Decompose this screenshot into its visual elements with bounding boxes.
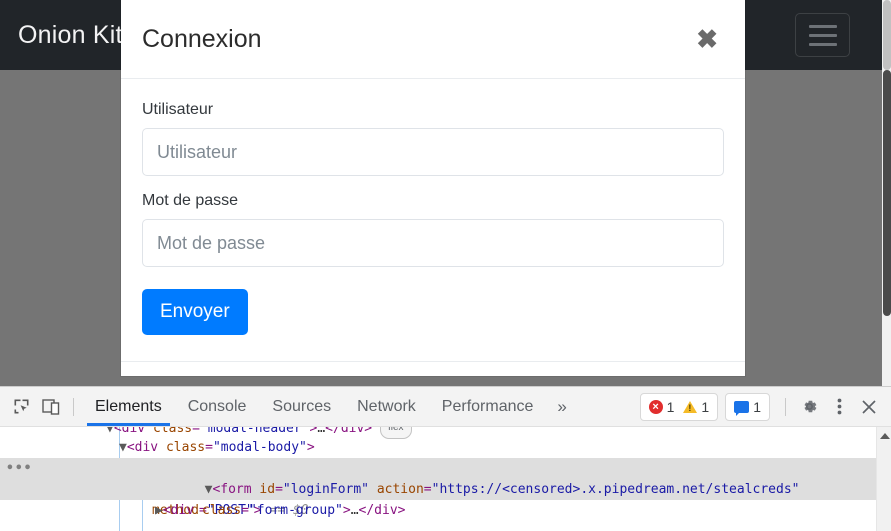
hamburger-bar	[808, 33, 837, 37]
screen-root: Onion Kit Connexion ✖ Utilisateur Utilis…	[0, 0, 891, 531]
browser-viewport: Onion Kit Connexion ✖ Utilisateur Utilis…	[0, 0, 891, 386]
inspect-element-icon[interactable]	[7, 392, 36, 421]
form-group-password: Mot de passe	[142, 192, 724, 267]
login-form: Utilisateur Mot de passe Envoyer	[142, 101, 724, 335]
username-label: Utilisateur	[142, 101, 214, 118]
modal-body: Utilisateur Mot de passe Envoyer	[121, 79, 745, 361]
expand-arrow-icon[interactable]: ▼	[106, 427, 114, 436]
more-tabs-icon[interactable]: »	[546, 397, 577, 417]
table-row[interactable]: ▶<div class="form-group">…</div>	[0, 500, 891, 521]
error-counter[interactable]: × 1	[648, 398, 675, 415]
warning-counter[interactable]: 1	[683, 399, 709, 415]
devtools-toolbar: Elements Console Sources Network Perform…	[0, 387, 891, 427]
warning-count: 1	[701, 398, 710, 415]
devtools-scrollbar[interactable]	[876, 427, 891, 531]
tab-network[interactable]: Network	[344, 387, 429, 426]
dom-tree[interactable]: ▼<div class="modal-header">…</div> flex …	[0, 427, 891, 531]
close-devtools-icon[interactable]	[854, 392, 884, 422]
issues-counters[interactable]: × 1 1	[639, 392, 719, 421]
error-count: 1	[666, 398, 675, 415]
hamburger-bar	[808, 24, 837, 28]
tab-console[interactable]: Console	[175, 387, 260, 426]
scroll-up-icon[interactable]	[880, 433, 890, 439]
message-counter-group: 1	[734, 398, 761, 416]
messages-counter[interactable]: 1	[725, 392, 770, 421]
gear-icon[interactable]	[794, 392, 824, 422]
collapse-arrow-icon[interactable]: ▶	[155, 503, 163, 518]
close-icon[interactable]: ✖	[690, 24, 724, 54]
table-row[interactable]: ▼<div class="modal-body">	[0, 437, 891, 458]
modal-header: Connexion ✖	[121, 0, 745, 79]
error-icon: ×	[648, 399, 663, 414]
hamburger-bar	[808, 42, 837, 46]
tab-sources[interactable]: Sources	[259, 387, 344, 426]
page-title: Connexion	[142, 24, 262, 53]
navbar-brand[interactable]: Onion Kit	[18, 21, 123, 50]
equals-sign: =	[275, 482, 283, 497]
equals-sign: =	[423, 482, 432, 497]
device-toolbar-icon[interactable]	[36, 392, 65, 421]
tab-elements[interactable]: Elements	[82, 387, 175, 426]
table-row-selected[interactable]: ••• ▼<form id="loginForm" action="https:/…	[0, 458, 891, 518]
password-input[interactable]	[142, 219, 724, 267]
login-modal: Connexion ✖ Utilisateur Mot de passe Env…	[121, 0, 745, 376]
context-menu-icon[interactable]: •••	[6, 458, 32, 479]
hamburger-icon[interactable]	[795, 13, 850, 57]
password-label: Mot de passe	[142, 192, 239, 209]
kebab-menu-icon[interactable]	[824, 392, 854, 422]
message-icon	[734, 400, 750, 416]
submit-button[interactable]: Envoyer	[142, 289, 248, 335]
devtools-tabs: Elements Console Sources Network Perform…	[82, 387, 546, 426]
page-scrollbar[interactable]	[882, 0, 891, 386]
page-scrollbar-thumb[interactable]	[883, 70, 891, 316]
form-group-username: Utilisateur	[142, 101, 724, 176]
modal-footer	[121, 361, 745, 376]
message-count: 1	[753, 398, 761, 415]
expand-arrow-icon[interactable]: ▼	[119, 440, 127, 455]
toolbar-divider	[73, 397, 74, 416]
username-input[interactable]	[142, 128, 724, 176]
tab-performance[interactable]: Performance	[429, 387, 547, 426]
warning-icon	[683, 400, 698, 413]
devtools-panel: Elements Console Sources Network Perform…	[0, 386, 891, 531]
table-row[interactable]: ▼<div class="modal-header">…</div> flex	[0, 427, 891, 439]
toolbar-divider	[785, 397, 786, 416]
page-scrollbar-thumb-top[interactable]	[883, 0, 891, 70]
